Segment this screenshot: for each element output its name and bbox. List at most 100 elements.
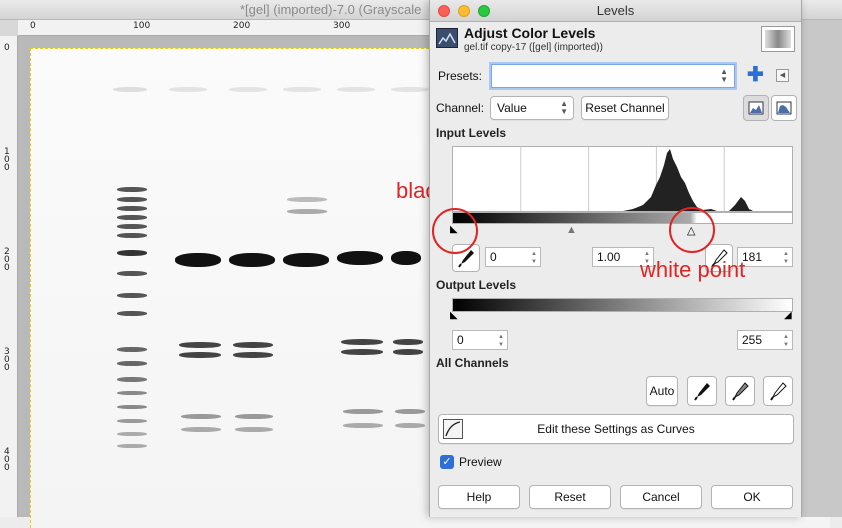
gel-band xyxy=(287,209,327,214)
pick-all-gray-button[interactable] xyxy=(725,376,755,406)
output-levels-label: Output Levels xyxy=(436,278,517,292)
ladder-band xyxy=(117,187,147,192)
ladder-band xyxy=(117,347,147,352)
dialog-header: Adjust Color Levels gel.tif copy-17 ([ge… xyxy=(430,22,801,56)
vertical-ruler[interactable]: 0 1 0 0 2 0 0 3 0 0 4 0 0 xyxy=(0,36,18,517)
dialog-heading: Adjust Color Levels xyxy=(464,25,596,41)
pick-all-white-button[interactable] xyxy=(763,376,793,406)
input-slider-track[interactable]: ◣ ▲ △ xyxy=(450,224,793,238)
ruler-v-tick: 0 xyxy=(4,43,10,53)
log-histogram-icon[interactable] xyxy=(771,95,797,121)
channel-label: Channel: xyxy=(436,101,485,115)
layer-thumbnail xyxy=(761,26,795,52)
close-icon[interactable] xyxy=(438,5,450,17)
spin-icon: ▲ ▼ xyxy=(531,251,537,265)
auto-button[interactable]: Auto xyxy=(646,376,678,406)
histogram xyxy=(452,146,793,212)
output-low-spinner[interactable]: 0 ▲ ▼ xyxy=(452,330,508,350)
all-channels-label: All Channels xyxy=(436,356,509,370)
preview-checkbox[interactable]: ✓ xyxy=(440,455,454,469)
gel-band xyxy=(235,414,273,419)
gel-band xyxy=(341,349,383,355)
image-window-title: *[gel] (imported)-7.0 (Grayscale xyxy=(240,2,422,17)
gel-band xyxy=(391,251,421,265)
gel-band xyxy=(181,427,221,432)
ladder-band xyxy=(117,377,147,382)
edit-as-curves-label: Edit these Settings as Curves xyxy=(537,422,695,436)
gel-band xyxy=(395,423,425,428)
gel-band xyxy=(395,409,425,414)
ladder-band xyxy=(117,206,147,211)
presets-combo[interactable]: ▲ ▼ xyxy=(491,64,735,88)
spin-icon: ▲ ▼ xyxy=(783,251,789,265)
ladder-band xyxy=(117,293,147,298)
reset-button[interactable]: Reset xyxy=(529,485,611,509)
gel-band xyxy=(233,342,273,348)
cancel-button[interactable]: Cancel xyxy=(620,485,702,509)
gel-band xyxy=(341,339,383,345)
output-high-handle[interactable]: ◢ xyxy=(784,310,792,321)
gel-band xyxy=(343,409,383,414)
dialog-title: Levels xyxy=(596,3,635,18)
dialog-titlebar[interactable]: Levels xyxy=(430,0,801,22)
input-levels-label: Input Levels xyxy=(436,126,507,140)
spin-icon: ▲ ▼ xyxy=(498,334,504,348)
gel-band xyxy=(229,253,275,267)
gel-band xyxy=(393,349,423,355)
input-high-spinner[interactable]: 181 ▲ ▼ xyxy=(737,247,793,267)
curves-icon xyxy=(443,419,463,439)
channel-value: Value xyxy=(497,101,527,115)
ruler-h-tick: 300 xyxy=(333,21,351,31)
reset-channel-button[interactable]: Reset Channel xyxy=(581,96,669,120)
maximize-icon[interactable] xyxy=(478,5,490,17)
preset-menu-icon[interactable]: ◀ xyxy=(776,69,789,82)
ladder-band xyxy=(117,361,147,366)
ok-button[interactable]: OK xyxy=(711,485,793,509)
gel-band xyxy=(175,253,221,267)
gel-band xyxy=(233,352,273,358)
input-gradient[interactable] xyxy=(452,212,793,224)
gel-band xyxy=(169,87,207,92)
add-preset-icon[interactable]: ✚ xyxy=(747,65,764,85)
output-slider-track[interactable]: ◣ ◢ xyxy=(450,310,793,324)
ladder-band xyxy=(117,250,147,256)
ruler-v-tick: 4 0 0 xyxy=(4,447,10,473)
channel-select[interactable]: Value ▲ ▼ xyxy=(490,96,574,120)
gel-band xyxy=(391,87,429,92)
ladder-band xyxy=(117,271,147,276)
ruler-v-tick: 3 0 0 xyxy=(4,347,10,373)
pick-all-black-button[interactable] xyxy=(687,376,717,406)
levels-dialog: Levels Adjust Color Levels gel.tif copy-… xyxy=(429,0,802,517)
output-gradient[interactable] xyxy=(452,298,793,312)
help-button[interactable]: Help xyxy=(438,485,520,509)
levels-icon xyxy=(436,28,458,48)
gel-band xyxy=(337,87,375,92)
gel-band xyxy=(343,423,383,428)
ladder-band xyxy=(117,405,147,409)
edit-as-curves-button[interactable]: Edit these Settings as Curves xyxy=(438,414,794,444)
output-high-value: 255 xyxy=(742,333,763,347)
white-point-annotation: white point xyxy=(640,257,746,282)
ruler-v-tick: 2 0 0 xyxy=(4,247,10,273)
presets-label: Presets: xyxy=(438,69,483,83)
ladder-band xyxy=(117,215,147,220)
gel-band xyxy=(283,253,329,267)
ladder-band xyxy=(117,419,147,423)
white-point-highlight xyxy=(669,207,715,253)
minimize-icon[interactable] xyxy=(458,5,470,17)
output-low-handle[interactable]: ◣ xyxy=(450,310,458,321)
gel-band xyxy=(179,352,221,358)
ladder-band xyxy=(117,432,147,436)
gamma-handle[interactable]: ▲ xyxy=(566,224,577,236)
output-high-spinner[interactable]: 255 ▲ ▼ xyxy=(737,330,793,350)
output-low-value: 0 xyxy=(457,333,464,347)
linear-histogram-icon[interactable] xyxy=(743,95,769,121)
updown-icon: ▲ ▼ xyxy=(720,67,728,84)
preview-label: Preview xyxy=(459,455,502,469)
ladder-band xyxy=(117,444,147,448)
dialog-subheading: gel.tif copy-17 ([gel] (imported)) xyxy=(464,42,603,53)
ruler-h-tick: 100 xyxy=(133,21,151,31)
input-low-spinner[interactable]: 0 ▲ ▼ xyxy=(485,247,541,267)
spin-icon: ▲ ▼ xyxy=(783,334,789,348)
ladder-band xyxy=(117,224,147,229)
